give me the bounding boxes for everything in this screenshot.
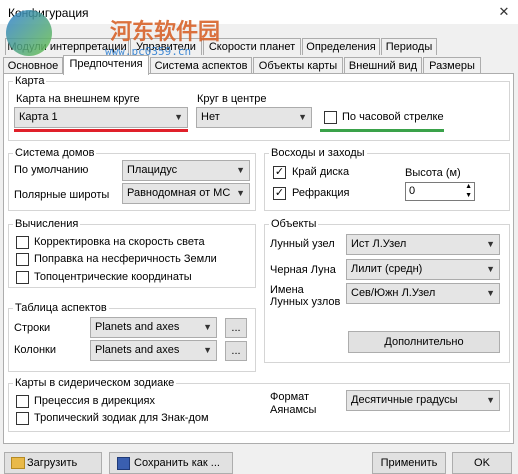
ayanamsa-format-label-1: Формат [270, 391, 310, 403]
default-house-label: По умолчанию [14, 164, 89, 176]
earth-shape-checkbox[interactable] [16, 253, 29, 266]
green-underline [320, 129, 444, 132]
cols-label: Колонки [14, 344, 56, 356]
aspects-legend: Таблица аспектов [15, 302, 107, 314]
rise-set-group: Восходы и заходы [264, 147, 510, 211]
center-circle-select[interactable]: Нет ▼ [196, 107, 312, 128]
chevron-down-icon: ▼ [236, 165, 245, 175]
folder-icon [11, 457, 25, 469]
chevron-down-icon: ▼ [174, 112, 183, 122]
rows-label: Строки [14, 322, 51, 334]
spin-down-icon[interactable]: ▼ [465, 192, 472, 200]
lunar-node-select[interactable]: Ист Л.Узел ▼ [346, 234, 500, 255]
lunar-node-value: Ист Л.Узел [351, 238, 407, 250]
refraction-label: Рефракция [292, 187, 350, 199]
precession-checkbox[interactable] [16, 395, 29, 408]
black-moon-label: Черная Луна [270, 264, 336, 276]
tab-main[interactable]: Основное [3, 57, 63, 74]
clockwise-checkbox[interactable] [324, 111, 337, 124]
tropical-label: Тропический зодиак для Знак-дом [34, 412, 209, 424]
black-moon-select[interactable]: Лилит (средн) ▼ [346, 259, 500, 280]
center-circle-label: Круг в центре [197, 93, 267, 105]
disk-edge-checkbox[interactable]: ✓ [273, 166, 286, 179]
rise-set-legend: Восходы и заходы [271, 147, 365, 159]
tab-preferences[interactable]: Предпочтения [63, 55, 149, 75]
light-speed-checkbox[interactable] [16, 236, 29, 249]
earth-shape-label: Поправка на несферичность Земли [34, 253, 217, 265]
cols-value: Planets and axes [95, 344, 180, 356]
rows-ellipsis-button[interactable]: ... [225, 318, 247, 338]
ayanamsa-format-label-2: Аянамсы [270, 404, 317, 416]
topocentric-label: Топоцентрические координаты [34, 271, 192, 283]
ayanamsa-format-select[interactable]: Десятичные градусы ▼ [346, 390, 500, 411]
cols-ellipsis-button[interactable]: ... [225, 341, 247, 361]
outer-circle-value: Карта 1 [19, 111, 58, 123]
chevron-down-icon: ▼ [203, 345, 212, 355]
red-underline [14, 129, 188, 132]
node-names-select[interactable]: Сев/Южн Л.Узел ▼ [346, 283, 500, 304]
calculations-legend: Вычисления [15, 218, 79, 230]
chevron-down-icon: ▼ [486, 239, 495, 249]
tab-appearance[interactable]: Внешний вид [344, 57, 422, 74]
height-spinner[interactable]: 0 ▲ ▼ [405, 182, 475, 201]
precession-label: Прецессия в дирекциях [34, 395, 156, 407]
additional-button[interactable]: Дополнительно [348, 331, 500, 353]
chevron-down-icon: ▼ [298, 112, 307, 122]
ok-button[interactable]: OK [452, 452, 512, 474]
rows-select[interactable]: Planets and axes ▼ [90, 317, 217, 338]
outer-circle-select[interactable]: Карта 1 ▼ [14, 107, 188, 128]
cols-select[interactable]: Planets and axes ▼ [90, 340, 217, 361]
tab-chart-objects[interactable]: Объекты карты [253, 57, 343, 74]
refraction-checkbox[interactable]: ✓ [273, 187, 286, 200]
save-as-button[interactable]: Сохранить как ... [109, 452, 233, 474]
load-label: Загрузить [27, 457, 78, 469]
ayanamsa-format-value: Десятичные градусы [351, 394, 458, 406]
default-house-select[interactable]: Плацидус ▼ [122, 160, 250, 181]
chart-group-legend: Карта [15, 75, 45, 87]
tropical-checkbox[interactable] [16, 412, 29, 425]
polar-label: Полярные широты [14, 189, 110, 201]
outer-circle-label: Карта на внешнем круге [16, 93, 140, 105]
chevron-down-icon: ▼ [203, 322, 212, 332]
center-circle-value: Нет [201, 111, 220, 123]
apply-button[interactable]: Применить [372, 452, 446, 474]
save-as-label: Сохранить как ... [134, 457, 220, 469]
watermark-title: 河东软件园 [110, 19, 221, 45]
height-label: Высота (м) [405, 167, 461, 179]
polar-select[interactable]: Равнодомная от МС ▼ [122, 183, 250, 204]
node-names-value: Сев/Южн Л.Узел [351, 287, 436, 299]
clockwise-label: По часовой стрелке [342, 111, 444, 123]
topocentric-checkbox[interactable] [16, 271, 29, 284]
node-names-label-1: Имена [270, 284, 304, 296]
chevron-down-icon: ▼ [486, 288, 495, 298]
tab-definitions[interactable]: Определения [302, 38, 380, 55]
chevron-down-icon: ▼ [486, 264, 495, 274]
save-icon [117, 457, 130, 470]
watermark-logo [6, 10, 52, 56]
black-moon-value: Лилит (средн) [351, 263, 423, 275]
close-icon[interactable]: ✕ [494, 3, 514, 21]
light-speed-label: Корректировка на скорость света [34, 236, 205, 248]
sidereal-legend: Карты в сидерическом зодиаке [15, 377, 175, 389]
lunar-node-label: Лунный узел [270, 238, 335, 250]
load-button[interactable]: Загрузить [4, 452, 102, 474]
chevron-down-icon: ▼ [236, 188, 245, 198]
spin-up-icon[interactable]: ▲ [465, 183, 472, 191]
node-names-label-2: Лунных узлов [270, 296, 341, 308]
tab-sizes[interactable]: Размеры [423, 57, 481, 74]
tab-aspect-system[interactable]: Система аспектов [150, 57, 252, 74]
disk-edge-label: Край диска [292, 166, 350, 178]
houses-legend: Система домов [15, 147, 95, 159]
polar-value: Равнодомная от МС [127, 187, 231, 199]
default-house-value: Плацидус [127, 164, 178, 176]
rows-value: Planets and axes [95, 321, 180, 333]
tab-periods[interactable]: Периоды [381, 38, 437, 55]
height-value: 0 [409, 185, 416, 197]
chevron-down-icon: ▼ [486, 395, 495, 405]
objects-legend: Объекты [271, 218, 317, 230]
